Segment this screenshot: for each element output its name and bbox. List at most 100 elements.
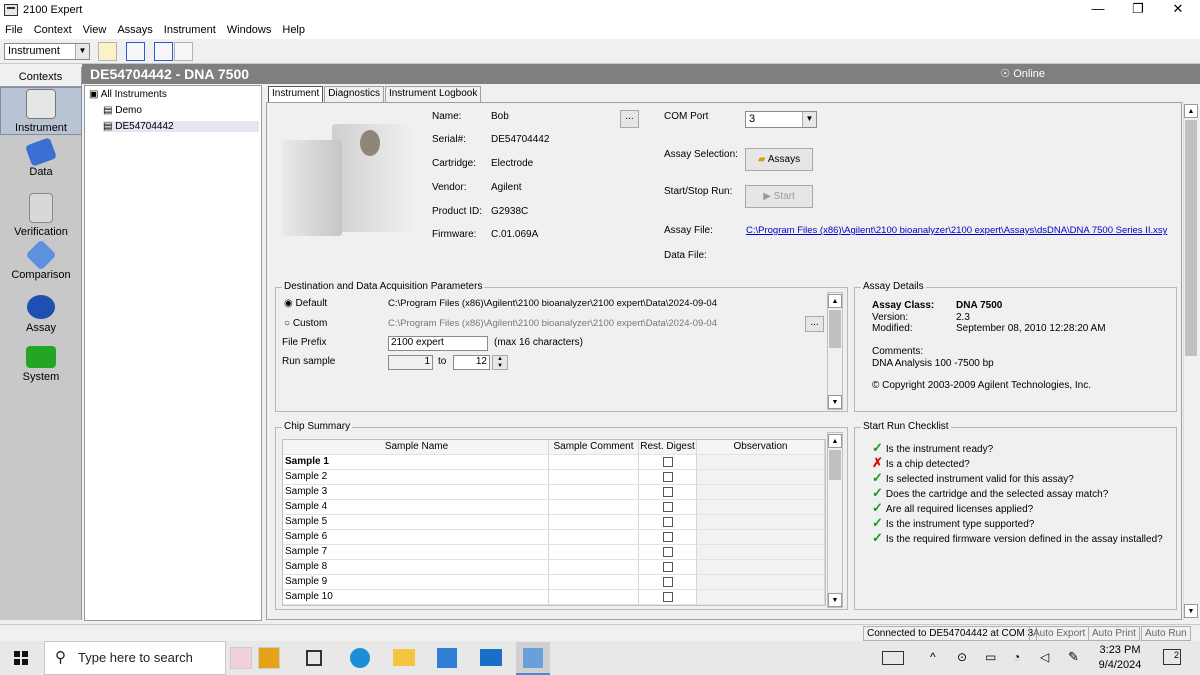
sample-comment-cell[interactable]	[549, 515, 639, 529]
file-prefix-input[interactable]: 2100 expert	[388, 336, 488, 351]
sample-name-cell[interactable]: Sample 2	[283, 470, 549, 484]
custom-browse-button[interactable]: ...	[805, 316, 824, 332]
notification-icon[interactable]: 2	[1163, 649, 1181, 665]
scroll-up-icon[interactable]: ▲	[1184, 104, 1198, 118]
name-browse-button[interactable]: ...	[620, 110, 639, 128]
start-button[interactable]: ▶ Start	[745, 185, 813, 208]
volume-icon[interactable]: ◁	[1040, 650, 1049, 664]
default-radio[interactable]: ◉ Default	[284, 298, 327, 309]
battery-icon[interactable]: ▭	[985, 650, 996, 664]
sample-name-cell[interactable]: Sample 10	[283, 590, 549, 604]
scroll-up-icon[interactable]: ▲	[828, 434, 842, 448]
rest-digest-checkbox[interactable]	[662, 547, 673, 557]
menu-help[interactable]: Help	[282, 24, 305, 36]
sample-comment-cell[interactable]	[549, 590, 639, 604]
table-row[interactable]: Sample 10	[283, 590, 825, 605]
sample-name-cell[interactable]: Sample 9	[283, 575, 549, 589]
table-row[interactable]: Sample 1	[283, 455, 825, 470]
context-select[interactable]: Instrument ▼	[4, 43, 90, 60]
menu-assays[interactable]: Assays	[117, 24, 152, 36]
scroll-thumb[interactable]	[829, 450, 841, 480]
sunflower-icon[interactable]	[258, 647, 280, 669]
menu-file[interactable]: File	[5, 24, 23, 36]
sample-comment-cell[interactable]	[549, 575, 639, 589]
battery-saver-icon[interactable]: ⊙	[957, 650, 967, 664]
rest-digest-checkbox[interactable]	[662, 502, 673, 512]
wifi-icon[interactable]: ◔	[1013, 650, 1020, 664]
keyboard-icon[interactable]	[882, 651, 904, 665]
table-row[interactable]: Sample 6	[283, 530, 825, 545]
assay-file-link[interactable]: C:\Program Files (x86)\Agilent\2100 bioa…	[746, 225, 1167, 236]
chevron-up-icon[interactable]: ^	[930, 650, 936, 664]
edge-icon[interactable]	[350, 648, 370, 668]
task-view-icon[interactable]	[306, 650, 322, 666]
sample-comment-cell[interactable]	[549, 500, 639, 514]
table-row[interactable]: Sample 9	[283, 575, 825, 590]
restore-button[interactable]: ❐	[1118, 0, 1158, 20]
sample-comment-cell[interactable]	[549, 485, 639, 499]
rest-digest-checkbox[interactable]	[662, 562, 673, 572]
sample-comment-cell[interactable]	[549, 455, 639, 469]
rest-digest-checkbox[interactable]	[662, 517, 673, 527]
col-rest-digest[interactable]: Rest. Digest	[639, 440, 697, 454]
rest-digest-checkbox[interactable]	[662, 487, 673, 497]
sample-comment-cell[interactable]	[549, 560, 639, 574]
rest-digest-checkbox[interactable]	[662, 457, 673, 467]
sample-comment-cell[interactable]	[549, 530, 639, 544]
tree-item-de54704442[interactable]: ▤ DE54704442	[103, 121, 259, 132]
open-folder-icon[interactable]	[98, 42, 117, 61]
sample-name-cell[interactable]: Sample 4	[283, 500, 549, 514]
assays-button[interactable]: ▰ Assays	[745, 148, 813, 171]
scroll-down-icon[interactable]: ▼	[828, 593, 842, 607]
run-from-input[interactable]: 1	[388, 355, 433, 370]
rest-digest-checkbox[interactable]	[662, 472, 673, 482]
scroll-up-icon[interactable]: ▲	[828, 294, 842, 308]
table-row[interactable]: Sample 7	[283, 545, 825, 560]
table-row[interactable]: Sample 8	[283, 560, 825, 575]
menu-windows[interactable]: Windows	[227, 24, 272, 36]
window-icon[interactable]	[154, 42, 173, 61]
taskbar-search[interactable]: ⚲ Type here to search	[44, 641, 226, 675]
rest-digest-checkbox[interactable]	[662, 532, 673, 542]
scroll-thumb[interactable]	[1185, 120, 1197, 356]
table-row[interactable]: Sample 2	[283, 470, 825, 485]
sample-name-cell[interactable]: Sample 3	[283, 485, 549, 499]
sample-name-cell[interactable]: Sample 7	[283, 545, 549, 559]
sample-name-cell[interactable]: Sample 6	[283, 530, 549, 544]
scroll-thumb[interactable]	[829, 310, 841, 348]
sample-comment-cell[interactable]	[549, 470, 639, 484]
context-verification[interactable]: Verification	[0, 193, 82, 238]
com-port-select[interactable]: 3 ▼	[745, 111, 817, 128]
tab-instrument-logbook[interactable]: Instrument Logbook	[384, 86, 482, 102]
mail-icon[interactable]	[480, 649, 502, 666]
table-row[interactable]: Sample 3	[283, 485, 825, 500]
sample-name-cell[interactable]: Sample 5	[283, 515, 549, 529]
file-explorer-icon[interactable]	[393, 649, 415, 666]
menu-view[interactable]: View	[83, 24, 107, 36]
tab-instrument[interactable]: Instrument	[268, 86, 324, 102]
sample-comment-cell[interactable]	[549, 545, 639, 559]
rest-digest-checkbox[interactable]	[662, 592, 673, 602]
menu-context[interactable]: Context	[34, 24, 72, 36]
tree-item-demo[interactable]: ▤ Demo	[103, 105, 142, 116]
taskbar-2100-expert[interactable]	[516, 642, 550, 675]
rest-digest-checkbox[interactable]	[662, 577, 673, 587]
context-comparison[interactable]: Comparison	[0, 239, 82, 281]
properties-icon[interactable]	[126, 42, 145, 61]
tulips-icon[interactable]	[230, 647, 252, 669]
col-observation[interactable]: Observation	[697, 440, 825, 454]
col-sample-name[interactable]: Sample Name	[283, 440, 549, 454]
context-instrument[interactable]: Instrument	[0, 87, 82, 135]
main-scrollbar[interactable]: ▲ ▼	[1183, 102, 1199, 620]
context-data[interactable]: Data	[0, 137, 82, 178]
context-assay[interactable]: Assay	[0, 295, 82, 334]
scroll-down-icon[interactable]: ▼	[1184, 604, 1198, 618]
sample-name-cell[interactable]: Sample 8	[283, 560, 549, 574]
run-to-input[interactable]: 12	[453, 355, 490, 370]
table-row[interactable]: Sample 5	[283, 515, 825, 530]
custom-radio[interactable]: ○ Custom	[284, 318, 327, 329]
col-sample-comment[interactable]: Sample Comment	[549, 440, 639, 454]
scroll-down-icon[interactable]: ▼	[828, 395, 842, 409]
table-row[interactable]: Sample 4	[283, 500, 825, 515]
sample-name-cell[interactable]: Sample 1	[283, 455, 549, 469]
